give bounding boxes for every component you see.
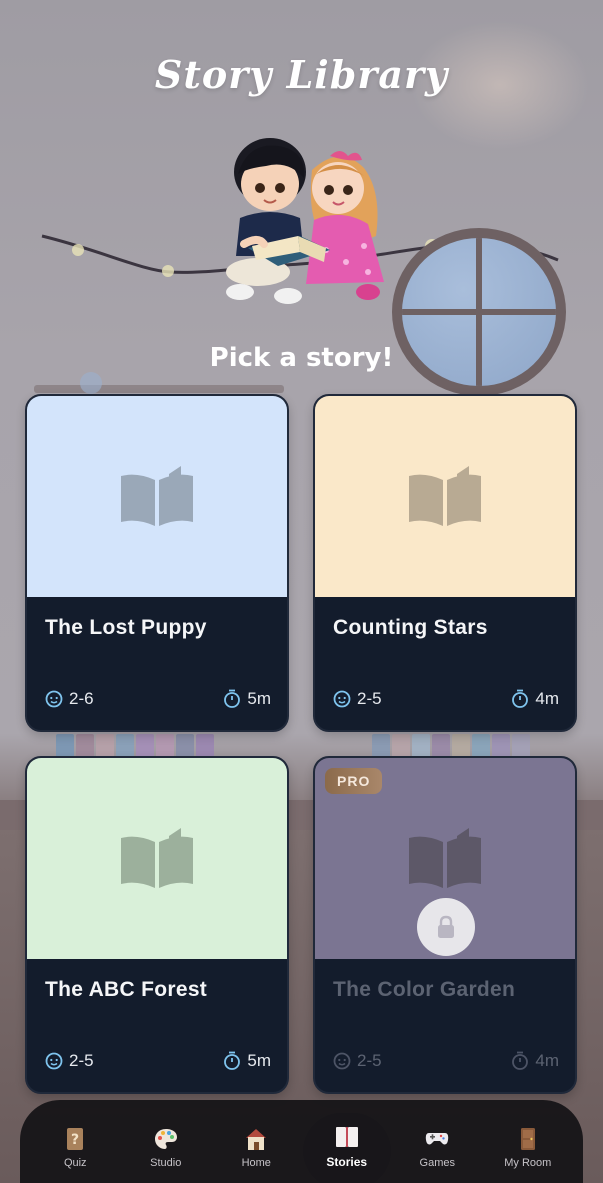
story-cover <box>315 396 575 597</box>
duration: 5m <box>223 689 271 709</box>
book-icon <box>121 465 193 526</box>
question-box-icon: ? <box>63 1127 87 1151</box>
child-face-icon <box>333 1052 351 1070</box>
duration-label: 4m <box>535 689 559 708</box>
age-label: 2-6 <box>69 689 94 708</box>
lock-button[interactable] <box>417 898 475 956</box>
timer-icon <box>511 1051 529 1071</box>
decorative-dot <box>80 372 102 394</box>
story-title: The Lost Puppy <box>45 616 207 639</box>
duration-label: 5m <box>247 1051 271 1070</box>
story-meta: 2-5 5m <box>45 1051 271 1071</box>
gamepad-icon <box>425 1127 449 1151</box>
duration-label: 5m <box>247 689 271 708</box>
nav-label: Studio <box>150 1157 182 1169</box>
bottom-nav: ? Quiz Studio Home Stories Games My Room <box>20 1100 583 1183</box>
child-face-icon <box>333 690 351 708</box>
duration-label: 4m <box>535 1051 559 1070</box>
bookshelf-right <box>372 734 530 758</box>
story-card[interactable]: The Lost Puppy 2-6 5m <box>25 394 289 732</box>
story-card[interactable]: The ABC Forest 2-5 5m <box>25 756 289 1094</box>
nav-item-quiz[interactable]: ? Quiz <box>35 1127 115 1169</box>
book-icon <box>121 827 193 888</box>
age-label: 2-5 <box>69 1051 94 1070</box>
nav-item-my-room[interactable]: My Room <box>488 1127 568 1169</box>
book-icon <box>409 465 481 526</box>
age-range: 2-5 <box>333 689 382 709</box>
duration: 4m <box>511 689 559 709</box>
duration: 4m <box>511 1051 559 1071</box>
pro-badge: PRO <box>325 768 383 794</box>
book-icon <box>409 827 481 888</box>
duration: 5m <box>223 1051 271 1071</box>
story-card[interactable]: Counting Stars 2-5 4m <box>313 394 577 732</box>
age-range: 2-6 <box>45 689 94 709</box>
story-title: The ABC Forest <box>45 978 208 1001</box>
child-face-icon <box>45 690 63 708</box>
kids-reading-illustration <box>226 138 384 304</box>
story-title: The Color Garden <box>333 978 516 1001</box>
nav-label: Home <box>241 1157 271 1169</box>
door-icon <box>516 1127 540 1151</box>
bookshelf-left <box>56 734 214 758</box>
story-meta: 2-5 4m <box>333 689 559 709</box>
lock-icon <box>438 915 454 938</box>
nav-label: Quiz <box>63 1157 87 1169</box>
shelf <box>34 385 284 393</box>
nav-label: Games <box>419 1157 455 1169</box>
age-range: 2-5 <box>333 1051 382 1071</box>
page-title: Story Library <box>154 52 449 97</box>
timer-icon <box>223 1051 241 1071</box>
child-face-icon <box>45 1052 63 1070</box>
house-icon <box>244 1127 268 1151</box>
timer-icon <box>511 689 529 709</box>
story-card-locked[interactable]: PRO The Color Garden 2-5 4m <box>313 756 577 1094</box>
story-meta: 2-6 5m <box>45 689 271 709</box>
nav-item-home[interactable]: Home <box>216 1127 296 1169</box>
nav-item-studio[interactable]: Studio <box>126 1127 206 1169</box>
age-label: 2-5 <box>357 689 382 708</box>
age-range: 2-5 <box>45 1051 94 1071</box>
pick-a-story-heading: Pick a story! <box>209 343 394 373</box>
story-title: Counting Stars <box>333 616 488 639</box>
story-cover <box>27 396 287 597</box>
nav-label: Stories <box>326 1155 368 1169</box>
nav-item-stories[interactable]: Stories <box>307 1125 387 1169</box>
story-cover <box>27 758 287 959</box>
nav-item-games[interactable]: Games <box>397 1127 477 1169</box>
palette-icon <box>154 1127 178 1151</box>
age-label: 2-5 <box>357 1051 382 1070</box>
book-icon <box>335 1125 359 1149</box>
timer-icon <box>223 689 241 709</box>
svg-text:?: ? <box>71 1132 79 1148</box>
nav-label: My Room <box>504 1157 552 1169</box>
story-meta: 2-5 4m <box>333 1051 559 1071</box>
